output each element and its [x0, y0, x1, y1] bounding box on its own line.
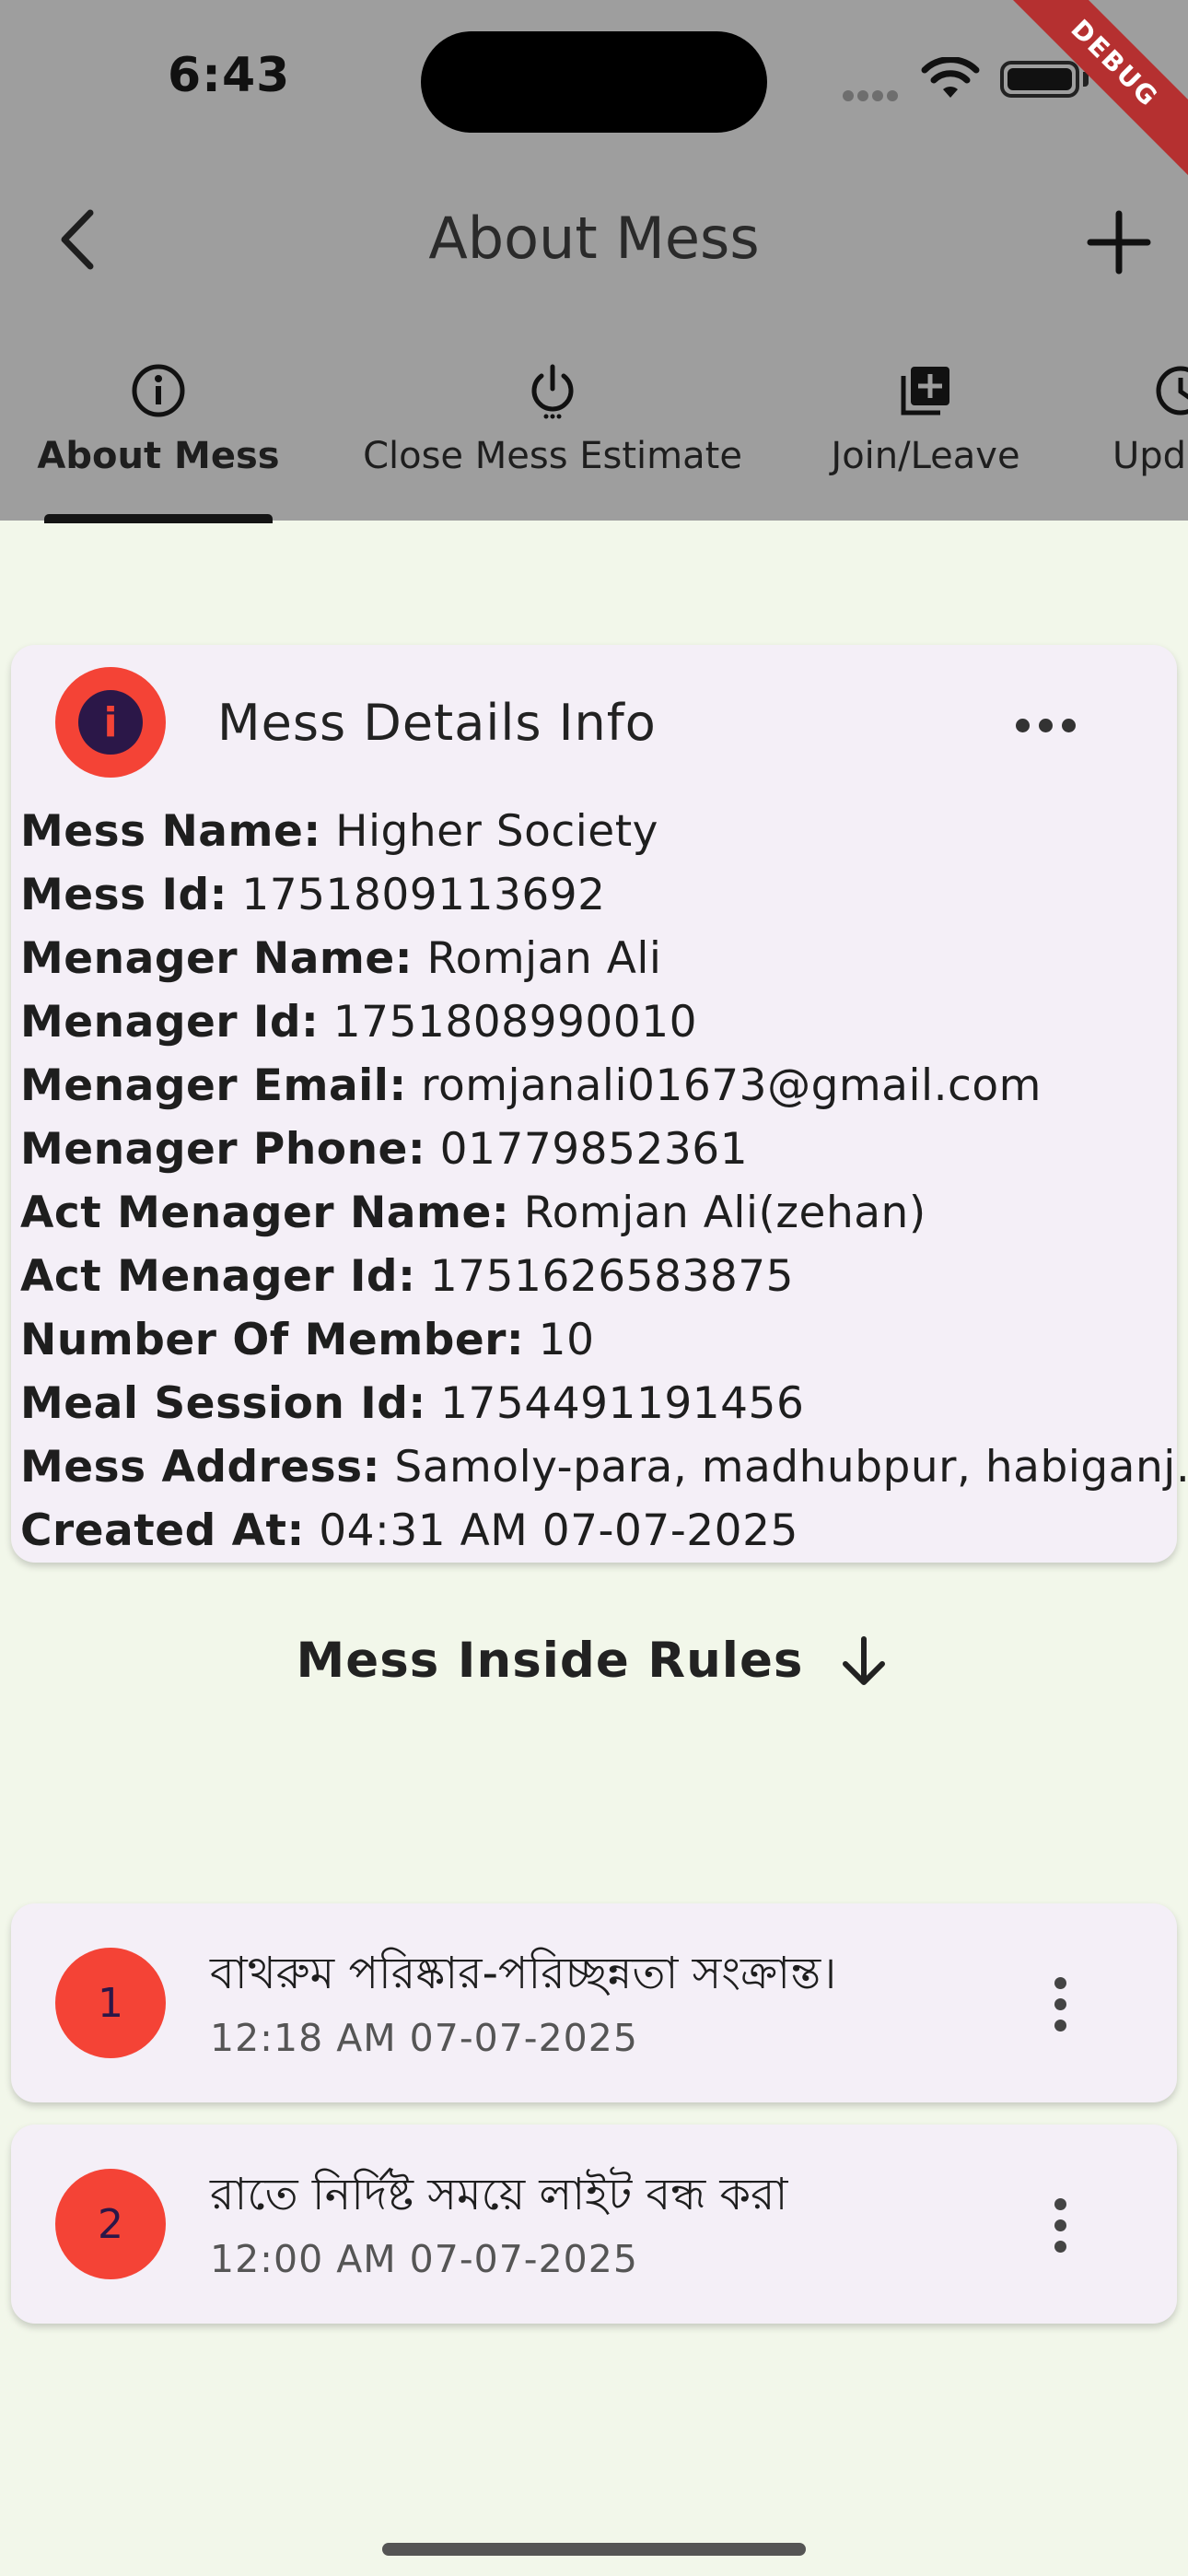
- details-list: Mess Name: Higher Society Mess Id: 17518…: [20, 800, 1188, 1563]
- detail-row: Act Menager Id: 1751626583875: [20, 1251, 795, 1302]
- tab-update[interactable]: Upd: [1105, 350, 1188, 521]
- tab-label: About Mess: [37, 435, 280, 477]
- tab-bar: About Mess Close Mess Estimate Join/Leav…: [0, 350, 1188, 521]
- card-title: Mess Details Info: [217, 693, 657, 752]
- detail-row: Menager Phone: 01779852361: [20, 1124, 749, 1175]
- add-button[interactable]: [1077, 201, 1160, 284]
- rule-title: বাথরুম পরিষ্কার-পরিচ্ছন্নতা সংক্রান্ত।: [210, 1948, 837, 1999]
- arrow-down-icon: [843, 1635, 886, 1685]
- rule-card[interactable]: 2 রাতে নির্দিষ্ট সময়ে লাইট বন্ধ করা 12:…: [11, 2125, 1177, 2324]
- power-icon: [531, 364, 574, 419]
- active-tab-indicator: [44, 514, 273, 523]
- rule-number-badge: 2: [55, 2169, 166, 2279]
- detail-row: Menager Name: Romjan Ali: [20, 933, 662, 984]
- tab-close-mess-estimate[interactable]: Close Mess Estimate: [359, 350, 746, 521]
- status-time: 6:43: [168, 48, 291, 103]
- detail-row: Mess Name: Higher Society: [20, 806, 658, 857]
- more-vert-icon[interactable]: [1054, 2198, 1066, 2253]
- detail-row: Created At: 04:31 AM 07-07-2025: [20, 1505, 798, 1556]
- battery-icon: [1000, 61, 1079, 98]
- detail-row: Menager Email: romjanali01673@gmail.com: [20, 1060, 1042, 1111]
- update-icon: [1156, 366, 1188, 416]
- tab-label: Join/Leave: [831, 435, 1020, 477]
- detail-row: Meal Session Id: 1754491191456: [20, 1378, 805, 1429]
- rule-number-badge: 1: [55, 1948, 166, 2058]
- mess-details-card: i Mess Details Info Mess Name: Higher So…: [11, 645, 1188, 1563]
- tab-label: Close Mess Estimate: [363, 435, 742, 477]
- library-add-icon: [901, 367, 949, 416]
- tab-about-mess[interactable]: About Mess: [37, 350, 280, 521]
- page-title: About Mess: [428, 205, 760, 272]
- rules-section-header[interactable]: Mess Inside Rules: [0, 1633, 1188, 1689]
- info-avatar: i: [55, 667, 166, 778]
- detail-row: Mess Id: 1751809113692: [20, 870, 606, 920]
- detail-row: Act Menager Name: Romjan Ali(zehan): [20, 1188, 926, 1238]
- wifi-icon: [921, 57, 980, 98]
- more-vert-icon[interactable]: [1054, 1977, 1066, 2032]
- plus-icon: [1087, 210, 1151, 275]
- rule-timestamp: 12:18 AM 07-07-2025: [210, 2016, 638, 2060]
- detail-row: Mess Address: Samoly-para, madhubpur, ha…: [20, 1442, 1188, 1493]
- rule-card[interactable]: 1 বাথরুম পরিষ্কার-পরিচ্ছন্নতা সংক্রান্ত।…: [11, 1903, 1177, 2102]
- tab-label: Upd: [1112, 435, 1187, 477]
- rules-section-title: Mess Inside Rules: [296, 1633, 804, 1689]
- info-circle-icon: [132, 364, 185, 417]
- detail-row: Number Of Member: 10: [20, 1315, 595, 1365]
- rule-title: রাতে নির্দিষ্ট সময়ে লাইট বন্ধ করা: [210, 2169, 788, 2220]
- dynamic-island: [421, 31, 767, 133]
- info-icon: i: [78, 690, 143, 755]
- home-indicator[interactable]: [382, 2543, 806, 2556]
- rule-timestamp: 12:00 AM 07-07-2025: [210, 2237, 638, 2281]
- detail-row: Menager Id: 1751808990010: [20, 997, 698, 1048]
- tab-join-leave[interactable]: Join/Leave: [810, 350, 1041, 521]
- more-horiz-icon[interactable]: [1016, 719, 1076, 732]
- cellular-signal-icon: [843, 88, 907, 101]
- app-header: 6:43 About Mess About Mess Close Mess Es…: [0, 0, 1188, 521]
- card-header: i Mess Details Info: [55, 667, 657, 778]
